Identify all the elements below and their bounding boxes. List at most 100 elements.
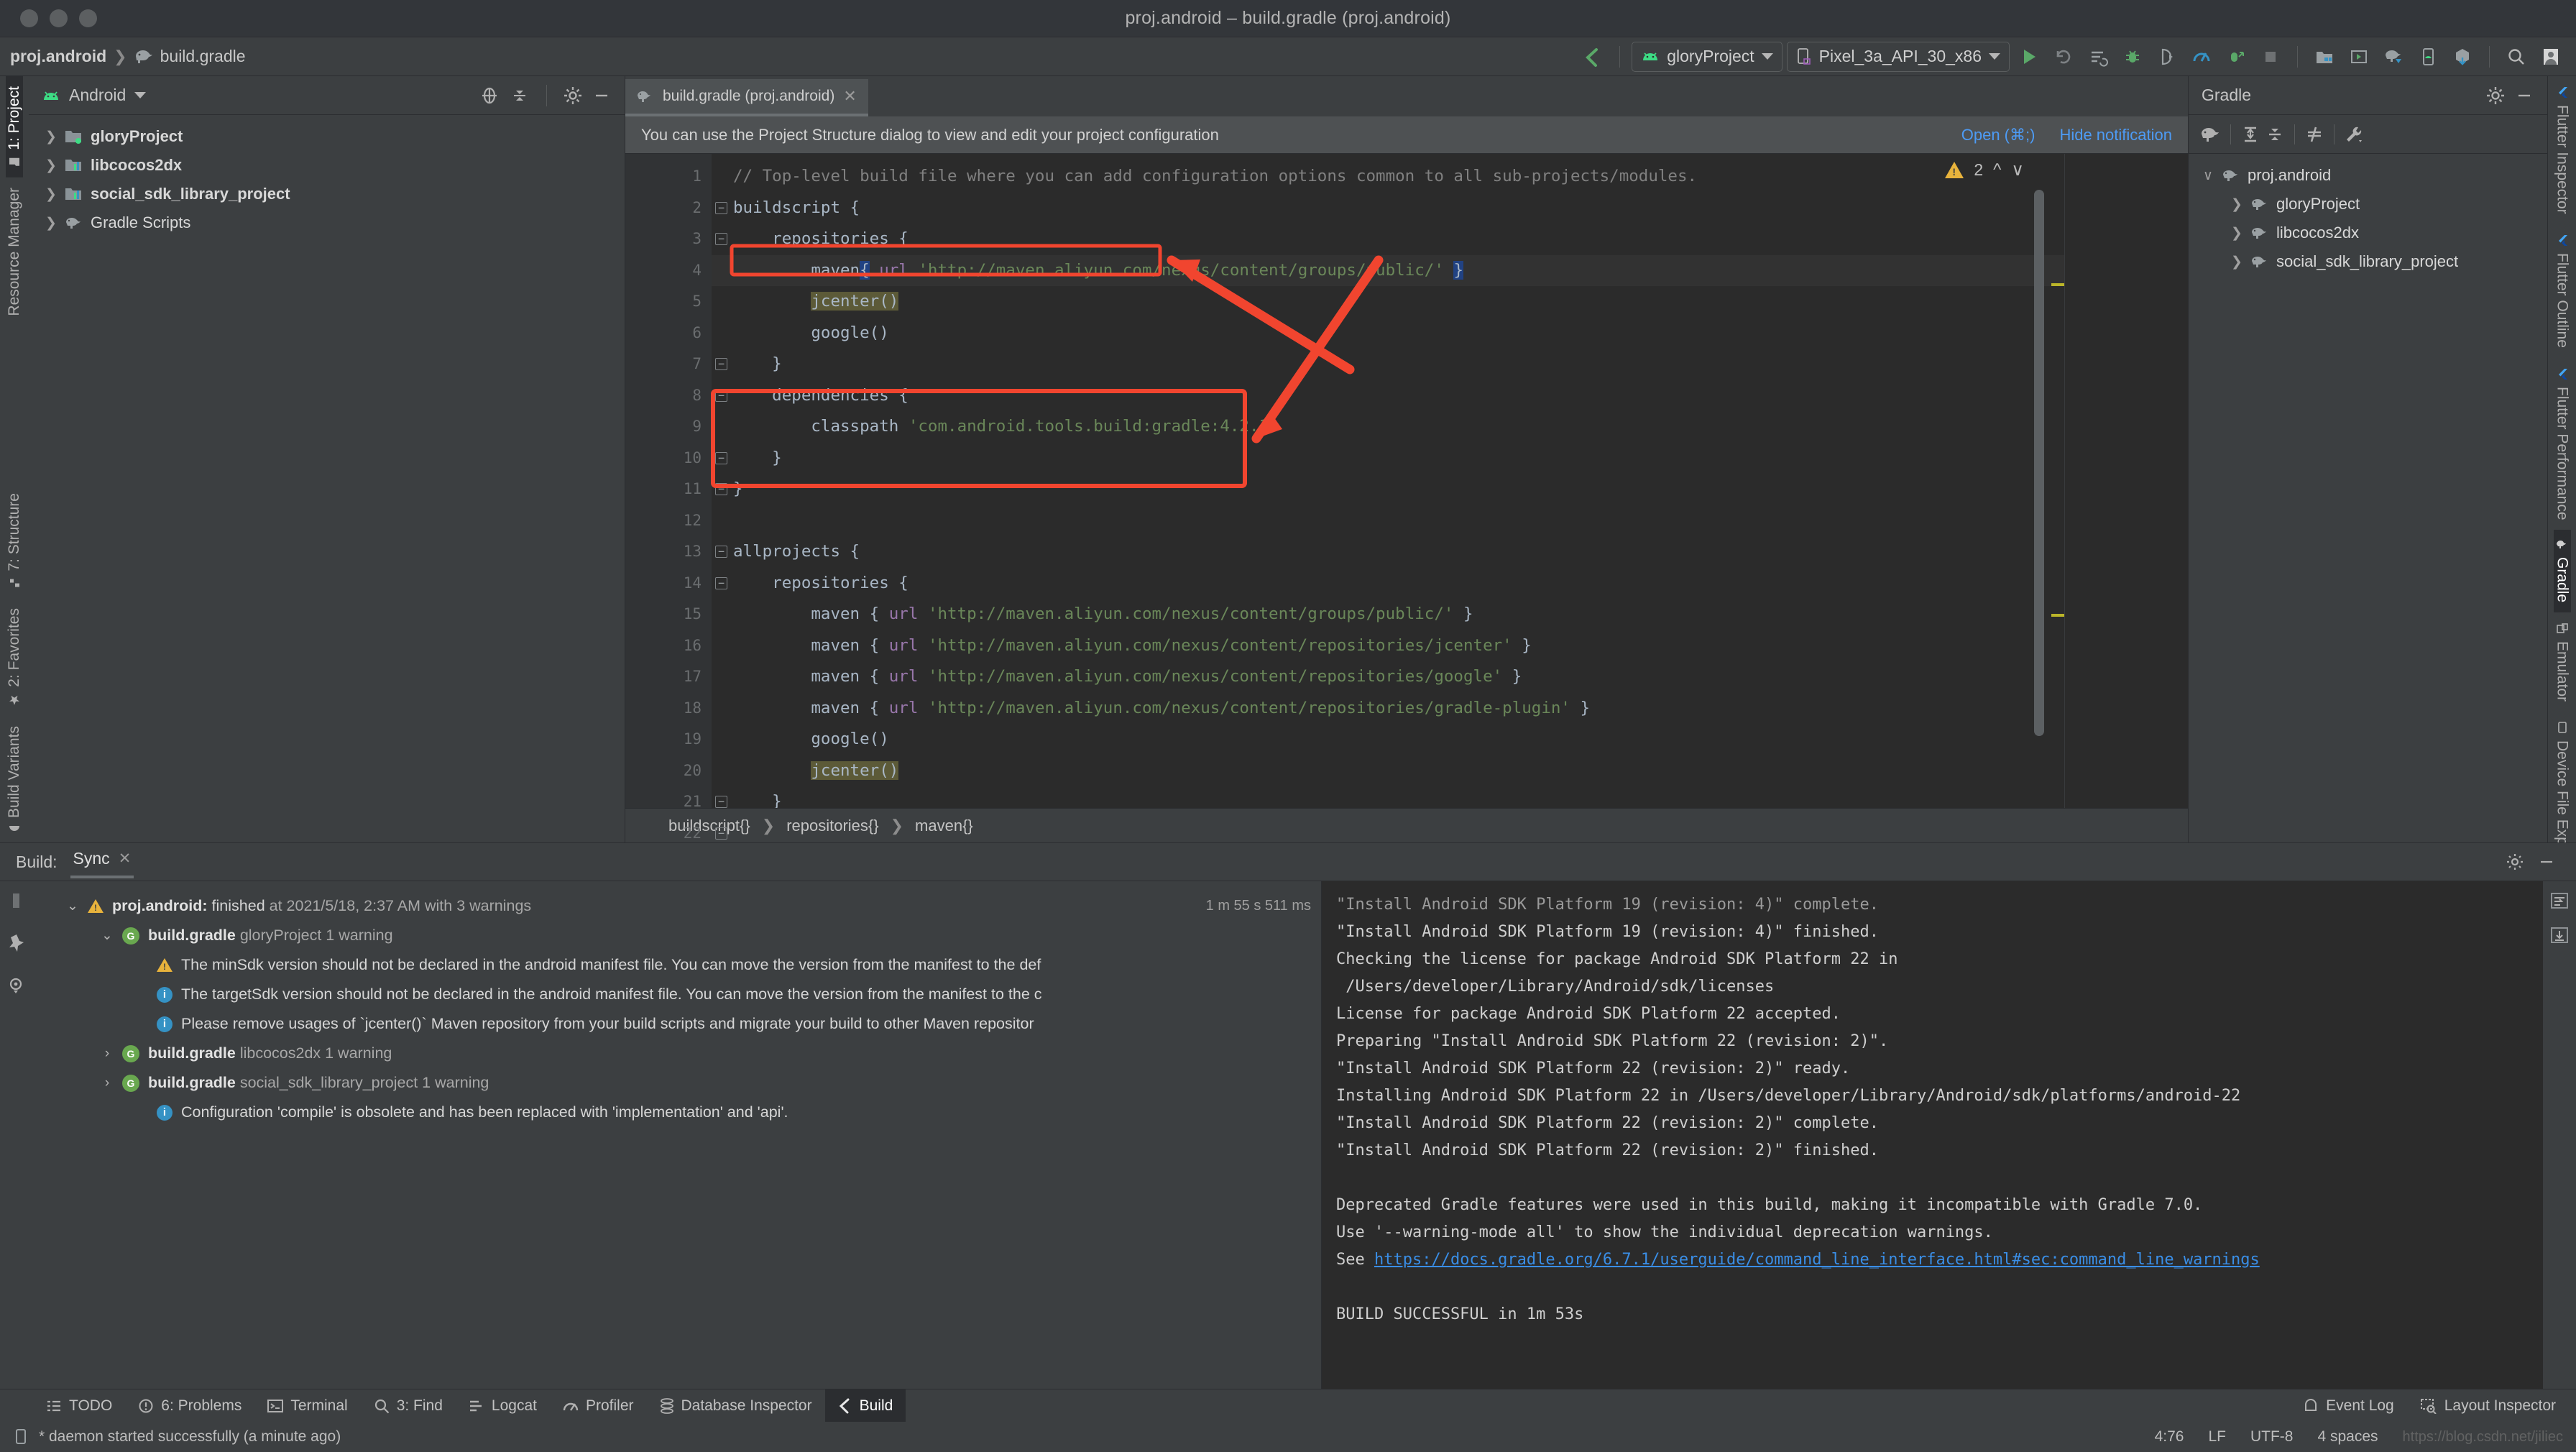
code-line[interactable]: }: [712, 349, 2188, 380]
build-tree-row[interactable]: i The targetSdk version should not be dec…: [33, 980, 1321, 1009]
fold-icon[interactable]: −: [715, 827, 727, 840]
run-icon[interactable]: [2014, 42, 2044, 72]
locate-icon[interactable]: [479, 85, 500, 106]
bottom-tab-problems[interactable]: 6: Problems: [125, 1389, 254, 1423]
gear-icon[interactable]: [2485, 86, 2506, 106]
indent-setting[interactable]: 4 spaces: [2317, 1428, 2378, 1446]
code-line[interactable]: google(): [712, 318, 2188, 349]
tree-item-libcocos2dx[interactable]: ❯ libcocos2dx: [29, 151, 625, 180]
warning-marker[interactable]: [2051, 614, 2064, 617]
bottom-tab-database-inspector[interactable]: Database Inspector: [647, 1389, 825, 1423]
warning-marker[interactable]: [2051, 283, 2064, 286]
next-problem-icon[interactable]: ∨: [2011, 160, 2024, 180]
code-line[interactable]: buildscript {: [712, 193, 2188, 224]
chevron-right-icon[interactable]: ›: [101, 1046, 114, 1062]
sidebar-tab-flutter-inspector[interactable]: Flutter Inspector: [2554, 76, 2571, 224]
stop-icon[interactable]: [2255, 42, 2286, 72]
code-line[interactable]: maven{ url 'http://maven.aliyun.com/nexu…: [712, 254, 2188, 286]
collapse-all-icon[interactable]: [2264, 124, 2286, 144]
code-line[interactable]: maven { url 'http://maven.aliyun.com/nex…: [712, 693, 2188, 725]
build-tab-sync[interactable]: Sync ✕: [70, 846, 134, 878]
chevron-down-icon[interactable]: ⌄: [66, 898, 79, 914]
build-tree-row[interactable]: ⌄ proj.android: finished at 2021/5/18, 2:…: [33, 891, 1321, 921]
collapse-all-icon[interactable]: [509, 85, 530, 106]
gradle-tree-item-gloryproject[interactable]: ❯ gloryProject: [2189, 190, 2547, 219]
breadcrumb-maven[interactable]: maven{}: [915, 817, 973, 835]
wrench-icon[interactable]: [2343, 124, 2365, 144]
close-icon[interactable]: ✕: [119, 850, 132, 868]
build-console-output[interactable]: "Install Android SDK Platform 19 (revisi…: [1321, 881, 2543, 1389]
bottom-tab-layout-inspector[interactable]: Layout Inspector: [2407, 1389, 2576, 1423]
restart-icon[interactable]: [9, 891, 24, 910]
build-tree-row[interactable]: The minSdk version should not be declare…: [33, 950, 1321, 980]
memory-indicator-icon[interactable]: [13, 1428, 29, 1446]
code-line[interactable]: maven { url 'http://maven.aliyun.com/nex…: [712, 599, 2188, 630]
apk-analyzer-icon[interactable]: [2447, 42, 2478, 72]
device-manager-icon[interactable]: [2413, 42, 2443, 72]
sidebar-tab-build-variants[interactable]: Build Variants: [6, 716, 23, 842]
apply-changes-icon[interactable]: [2083, 42, 2113, 72]
sidebar-tab-emulator[interactable]: Emulator: [2554, 612, 2571, 712]
pin-icon[interactable]: [7, 933, 26, 953]
breadcrumb-file[interactable]: build.gradle: [160, 47, 246, 66]
notification-hide-link[interactable]: Hide notification: [2059, 126, 2172, 144]
bottom-tab-logcat[interactable]: Logcat: [456, 1389, 550, 1423]
build-tree-row[interactable]: i Please remove usages of `jcenter()` Mav…: [33, 1009, 1321, 1039]
build-tree-row[interactable]: › Gbuild.gradle social_sdk_library_projec…: [33, 1068, 1321, 1098]
rerun-icon[interactable]: [2048, 42, 2079, 72]
code-line[interactable]: classpath 'com.android.tools.build:gradl…: [712, 411, 2188, 443]
breadcrumb-project[interactable]: proj.android: [10, 47, 106, 66]
close-icon[interactable]: ✕: [843, 87, 856, 106]
inspection-status[interactable]: 2 ^ ∨: [1945, 160, 2024, 180]
chevron-right-icon[interactable]: ❯: [2230, 225, 2243, 242]
minimize-icon[interactable]: [592, 86, 612, 106]
caret-position[interactable]: 4:76: [2155, 1428, 2184, 1446]
code-line[interactable]: }: [712, 786, 2188, 808]
scroll-to-end-icon[interactable]: [2549, 926, 2570, 945]
back-icon[interactable]: [1578, 42, 1608, 72]
file-encoding[interactable]: UTF-8: [2250, 1428, 2294, 1446]
console-link[interactable]: https://docs.gradle.org/6.7.1/userguide/…: [1374, 1251, 2260, 1269]
gear-icon[interactable]: [563, 86, 583, 106]
chevron-right-icon[interactable]: ❯: [45, 215, 58, 231]
avatar-icon[interactable]: [2536, 42, 2566, 72]
gradle-tree-item-proj-android[interactable]: ∨ proj.android: [2189, 161, 2547, 190]
chevron-down-icon[interactable]: ∨: [2202, 167, 2214, 184]
code-line[interactable]: jcenter(): [712, 286, 2188, 318]
avd-manager-icon[interactable]: [2344, 42, 2374, 72]
tree-item-social-sdk-library-project[interactable]: ❯ social_sdk_library_project: [29, 180, 625, 208]
soft-wrap-icon[interactable]: [2549, 891, 2570, 910]
bottom-tab-find[interactable]: 3: Find: [361, 1389, 456, 1423]
editor-vertical-scrollbar[interactable]: [2034, 154, 2044, 808]
line-separator[interactable]: LF: [2208, 1428, 2226, 1446]
chevron-right-icon[interactable]: ❯: [45, 157, 58, 174]
bottom-tab-terminal[interactable]: Terminal: [254, 1389, 360, 1423]
attach-debugger-icon[interactable]: [2152, 42, 2182, 72]
sidebar-tab-gradle[interactable]: Gradle: [2553, 530, 2571, 613]
notification-open-link[interactable]: Open (⌘;): [1961, 126, 2036, 144]
run-configuration-selector[interactable]: gloryProject: [1632, 41, 1782, 72]
scrollbar-thumb[interactable]: [2034, 190, 2044, 736]
code-line[interactable]: maven { url 'http://maven.aliyun.com/nex…: [712, 661, 2188, 693]
code-line[interactable]: jcenter(): [712, 755, 2188, 787]
build-tree[interactable]: ⌄ proj.android: finished at 2021/5/18, 2:…: [33, 881, 1321, 1389]
debug-process-icon[interactable]: [2221, 42, 2251, 72]
bottom-tab-event-log[interactable]: Event Log: [2290, 1389, 2407, 1423]
editor-tab-build-gradle[interactable]: build.gradle (proj.android) ✕: [625, 79, 868, 116]
code-editor[interactable]: 1 2− 3− 4 5 6 7− 8− 9 10− 11− 12 13− 14−…: [625, 154, 2188, 842]
tree-item-gloryproject[interactable]: ❯ gloryProject: [29, 122, 625, 151]
minimize-icon[interactable]: [2514, 86, 2534, 106]
code-line[interactable]: repositories {: [712, 568, 2188, 599]
bottom-tab-todo[interactable]: TODO: [33, 1389, 125, 1423]
sidebar-tab-flutter-outline[interactable]: Flutter Outline: [2554, 224, 2571, 358]
sdk-manager-icon[interactable]: [2309, 42, 2340, 72]
code-line[interactable]: repositories {: [712, 224, 2188, 255]
bottom-tab-profiler[interactable]: Profiler: [550, 1389, 647, 1423]
filter-icon[interactable]: [7, 976, 26, 996]
debug-icon[interactable]: [2117, 42, 2148, 72]
device-selector[interactable]: Pixel_3a_API_30_x86: [1786, 41, 2010, 72]
gradle-tree-item-social-sdk-library-project[interactable]: ❯ social_sdk_library_project: [2189, 247, 2547, 276]
code-line[interactable]: dependencies {: [712, 380, 2188, 412]
chevron-right-icon[interactable]: ❯: [2230, 254, 2243, 270]
build-tree-row[interactable]: › Gbuild.gradle libcocos2dx 1 warning: [33, 1039, 1321, 1068]
